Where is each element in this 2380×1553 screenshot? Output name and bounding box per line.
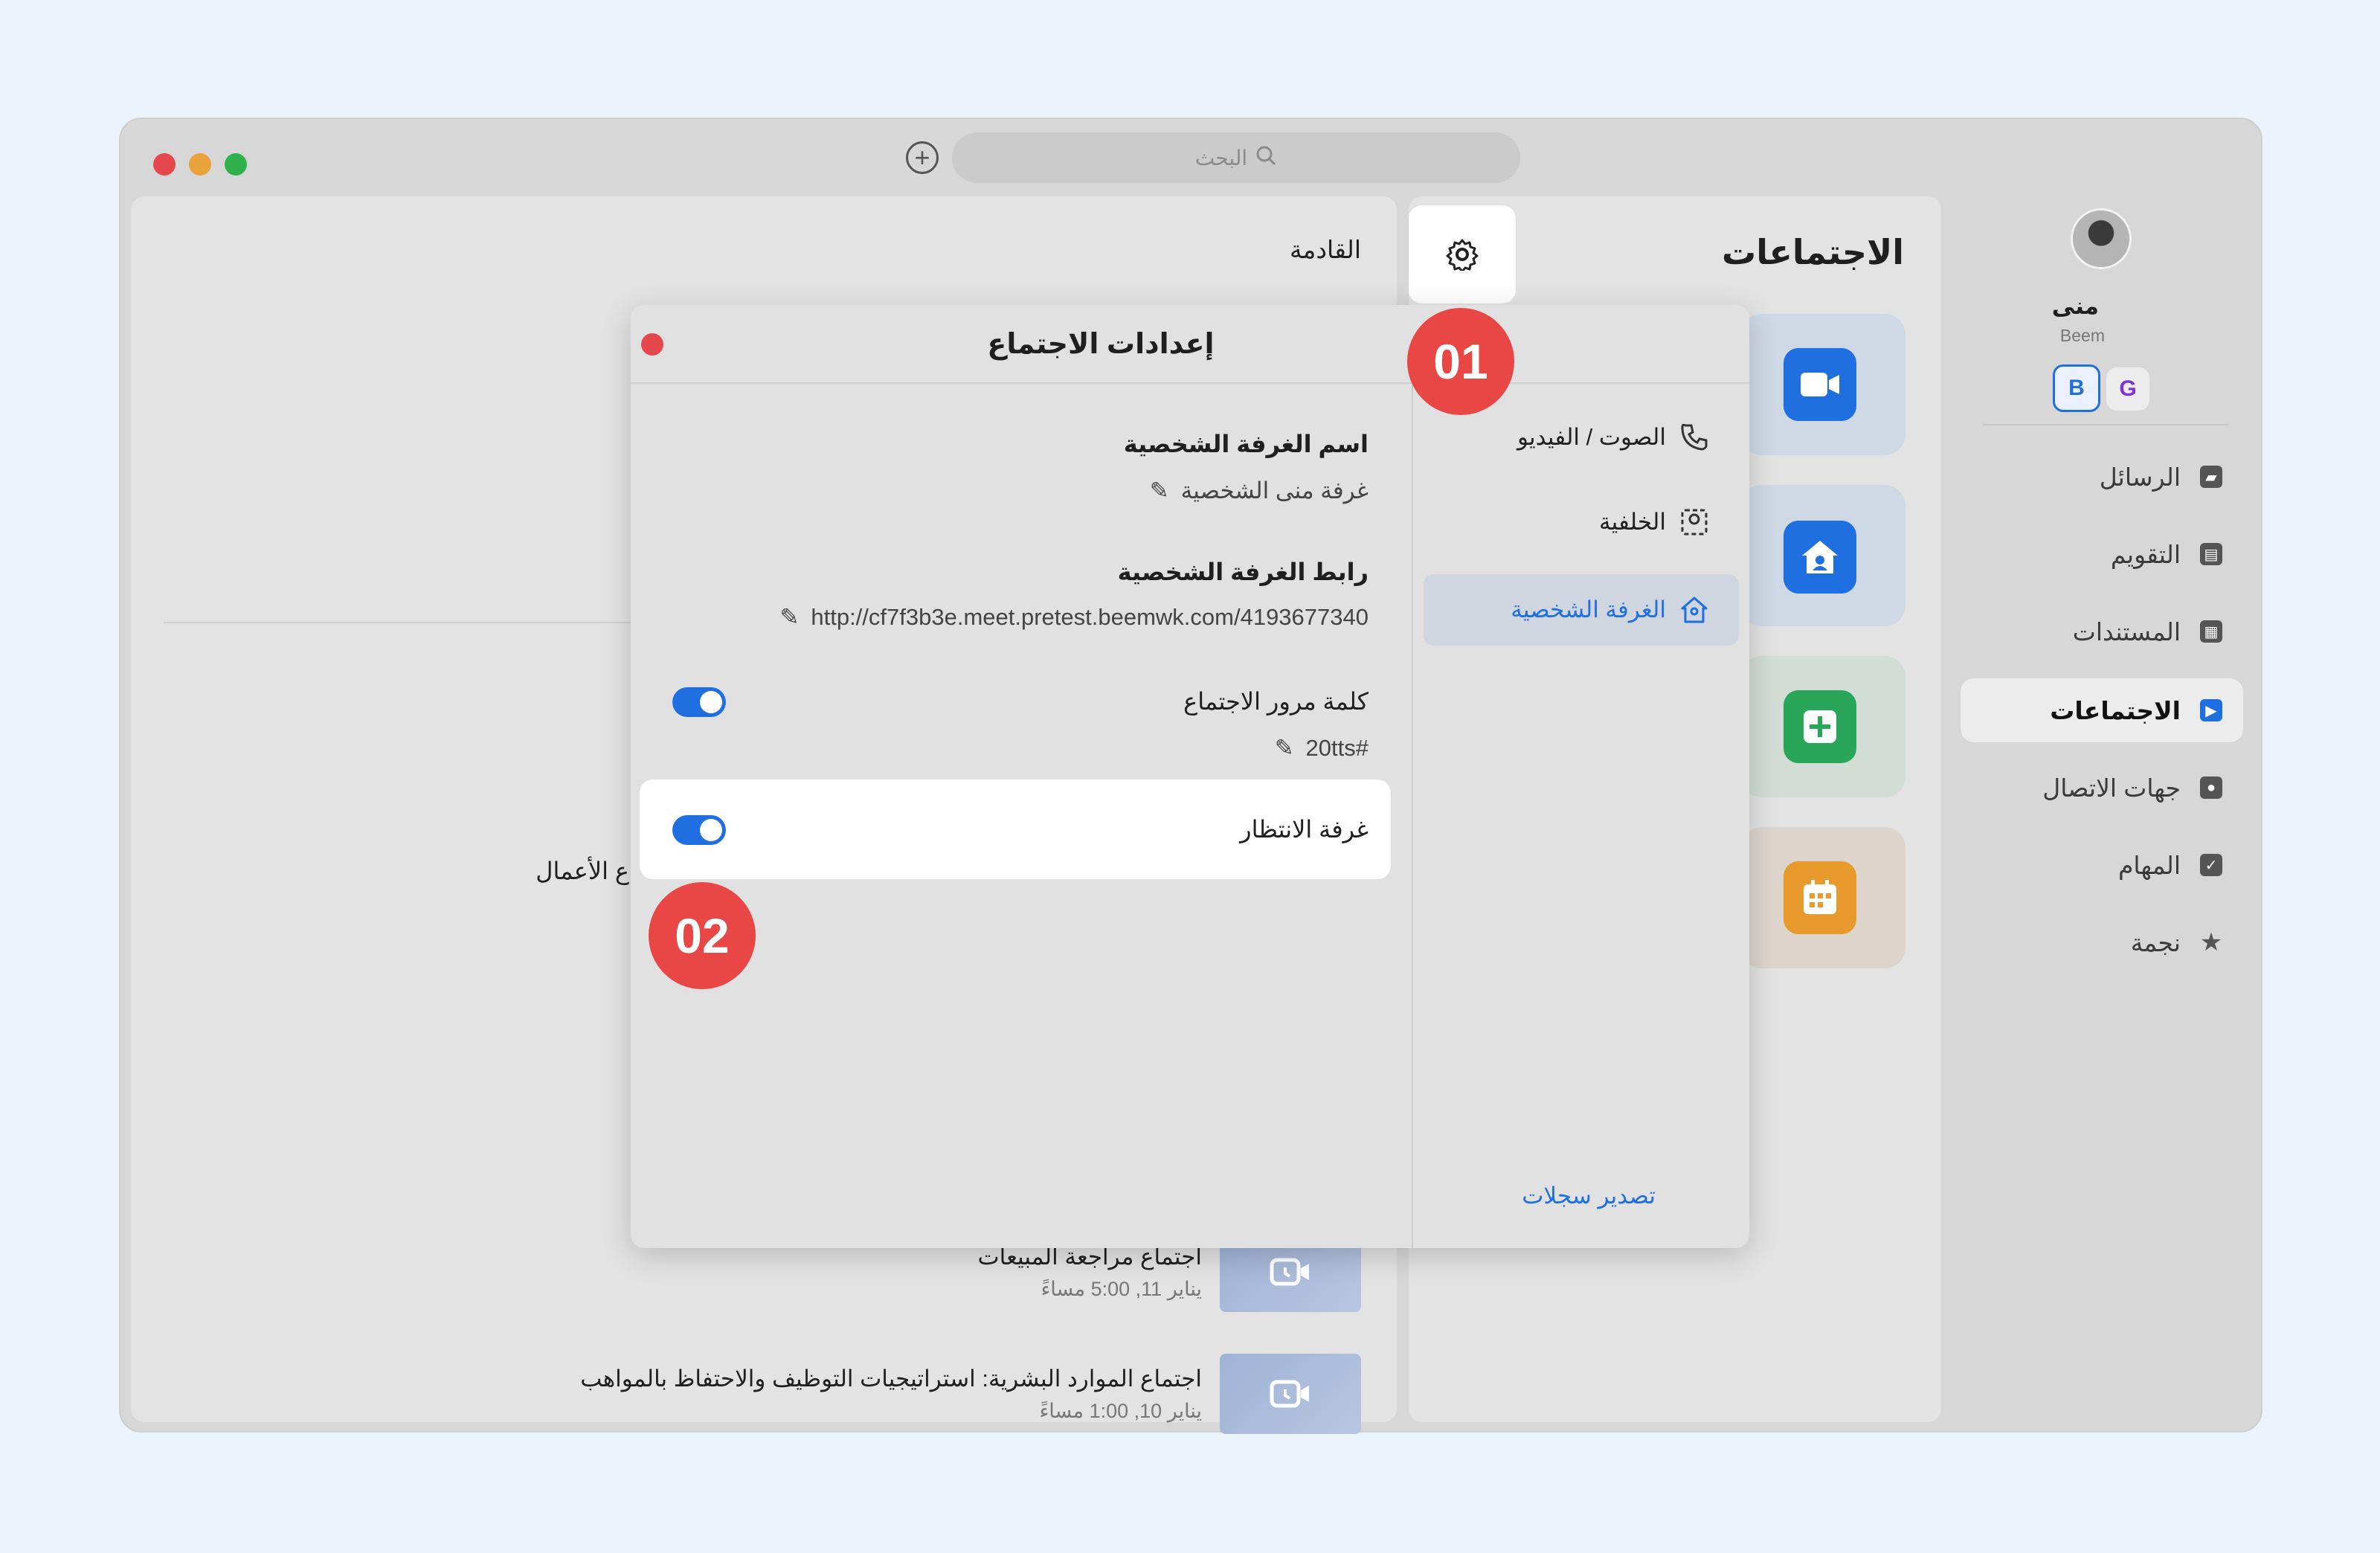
sidebar-item-label: المستندات [2072, 617, 2181, 646]
room-link-value: http://cf7f3b3e.meet.pretest.beemwk.com/… [811, 604, 1368, 630]
password-field[interactable]: ✎ 20tts# [1275, 735, 1368, 762]
sidebar-item-label: الرسائل [2099, 463, 2181, 491]
maximize-window-button[interactable] [225, 153, 247, 176]
menu-item-background[interactable]: الخلفية [1424, 486, 1739, 558]
waiting-room-label: غرفة الانتظار [1240, 816, 1368, 843]
divider [1412, 384, 1413, 1248]
password-toggle[interactable] [672, 687, 726, 717]
minimize-window-button[interactable] [189, 153, 211, 176]
new-item-button[interactable]: + [906, 141, 939, 174]
star-icon: ★ [2199, 928, 2223, 956]
meeting-settings-dialog: إعدادات الاجتماع الصوت / الفيديو الخلفية… [631, 305, 1749, 1248]
meeting-time: يناير 10, 1:00 مساءً [1039, 1400, 1202, 1422]
menu-item-label: الغرفة الشخصية [1511, 597, 1666, 623]
calendar-icon: ▤ [2200, 543, 2222, 565]
upcoming-heading: القادمة [1289, 236, 1361, 263]
edit-icon[interactable]: ✎ [1275, 735, 1294, 762]
export-logs-link[interactable]: تصدير سجلات [1522, 1183, 1656, 1209]
plus-icon: + [914, 142, 930, 173]
contacts-icon: ● [2200, 776, 2222, 799]
meeting-thumbnail[interactable] [1220, 1354, 1361, 1434]
sidebar-item-tasks[interactable]: المهام ✓ [1961, 833, 2243, 897]
divider [631, 382, 1749, 384]
sidebar-item-contacts[interactable]: جهات الاتصال ● [1961, 756, 2243, 820]
sidebar-item-label: المهام [2118, 851, 2181, 879]
menu-item-label: الخلفية [1599, 509, 1666, 535]
profile-name: منى [2051, 293, 2099, 319]
room-name-field[interactable]: ✎ غرفة منى الشخصية [1150, 478, 1368, 504]
background-icon [1681, 509, 1708, 536]
edit-icon[interactable]: ✎ [779, 604, 799, 631]
avatar[interactable] [2071, 208, 2132, 269]
search-input[interactable]: البحث [952, 132, 1520, 183]
document-icon: ▦ [2200, 620, 2222, 643]
password-label: كلمة مرور الاجتماع [1183, 688, 1368, 715]
divider [164, 622, 632, 623]
video-icon [1784, 348, 1856, 421]
room-name-label: اسم الغرفة الشخصية [1123, 431, 1368, 457]
sidebar-item-label: التقويم [2110, 540, 2181, 568]
sidebar-item-messages[interactable]: الرسائل ▰ [1961, 445, 2243, 509]
video-icon [1270, 1380, 1309, 1408]
room-name-value: غرفة منى الشخصية [1180, 478, 1368, 504]
phone-video-icon [1681, 423, 1708, 451]
close-window-button[interactable] [153, 153, 176, 176]
gear-icon [1446, 239, 1479, 271]
search-placeholder: البحث [1194, 146, 1248, 170]
menu-item-label: الصوت / الفيديو [1517, 424, 1666, 450]
sidebar-item-label: الاجتماعات [2050, 696, 2181, 724]
sidebar-item-label: جهات الاتصال [2042, 774, 2181, 802]
video-icon [1270, 1258, 1309, 1286]
meeting-title[interactable]: اجتماع الموارد البشرية: استراتيجيات التو… [580, 1366, 1202, 1392]
home-icon [1681, 597, 1708, 623]
room-link-label: رابط الغرفة الشخصية [1117, 559, 1368, 585]
step-badge: 02 [649, 882, 756, 989]
home-icon [1784, 521, 1856, 594]
calendar-icon [1784, 861, 1856, 934]
video-icon: ▶ [2200, 699, 2222, 721]
settings-button[interactable] [1409, 205, 1516, 303]
beem-workspace-icon[interactable]: B [2053, 364, 2100, 412]
menu-item-personal-room[interactable]: الغرفة الشخصية [1424, 574, 1739, 646]
dialog-title: إعدادات الاجتماع [987, 329, 1215, 360]
sidebar-item-label: نجمة [2130, 928, 2181, 956]
room-link-field[interactable]: ✎ http://cf7f3b3e.meet.pretest.beemwk.co… [779, 604, 1368, 631]
step-badge: 01 [1407, 308, 1514, 415]
page-title: الاجتماعات [1722, 233, 1904, 271]
sidebar-item-documents[interactable]: المستندات ▦ [1961, 599, 2243, 663]
divider [1983, 424, 2228, 425]
search-icon [1255, 144, 1277, 172]
plus-icon [1784, 690, 1856, 763]
password-value: 20tts# [1305, 735, 1368, 761]
sidebar-item-meetings[interactable]: الاجتماعات ▶ [1961, 678, 2243, 742]
sidebar-item-starred[interactable]: نجمة ★ [1961, 910, 2243, 974]
edit-icon[interactable]: ✎ [1150, 478, 1169, 504]
profile-org: Beem [2059, 326, 2105, 345]
g-workspace-icon[interactable]: G [2106, 367, 2149, 411]
partial-meeting-text: ع الأعمال [536, 858, 629, 884]
checkbox-icon: ✓ [2200, 854, 2222, 876]
sidebar-item-calendar[interactable]: التقويم ▤ [1961, 522, 2243, 586]
chat-icon: ▰ [2200, 466, 2222, 488]
meeting-time: يناير 11, 5:00 مساءً [1041, 1278, 1202, 1300]
waiting-room-toggle[interactable] [672, 815, 726, 845]
